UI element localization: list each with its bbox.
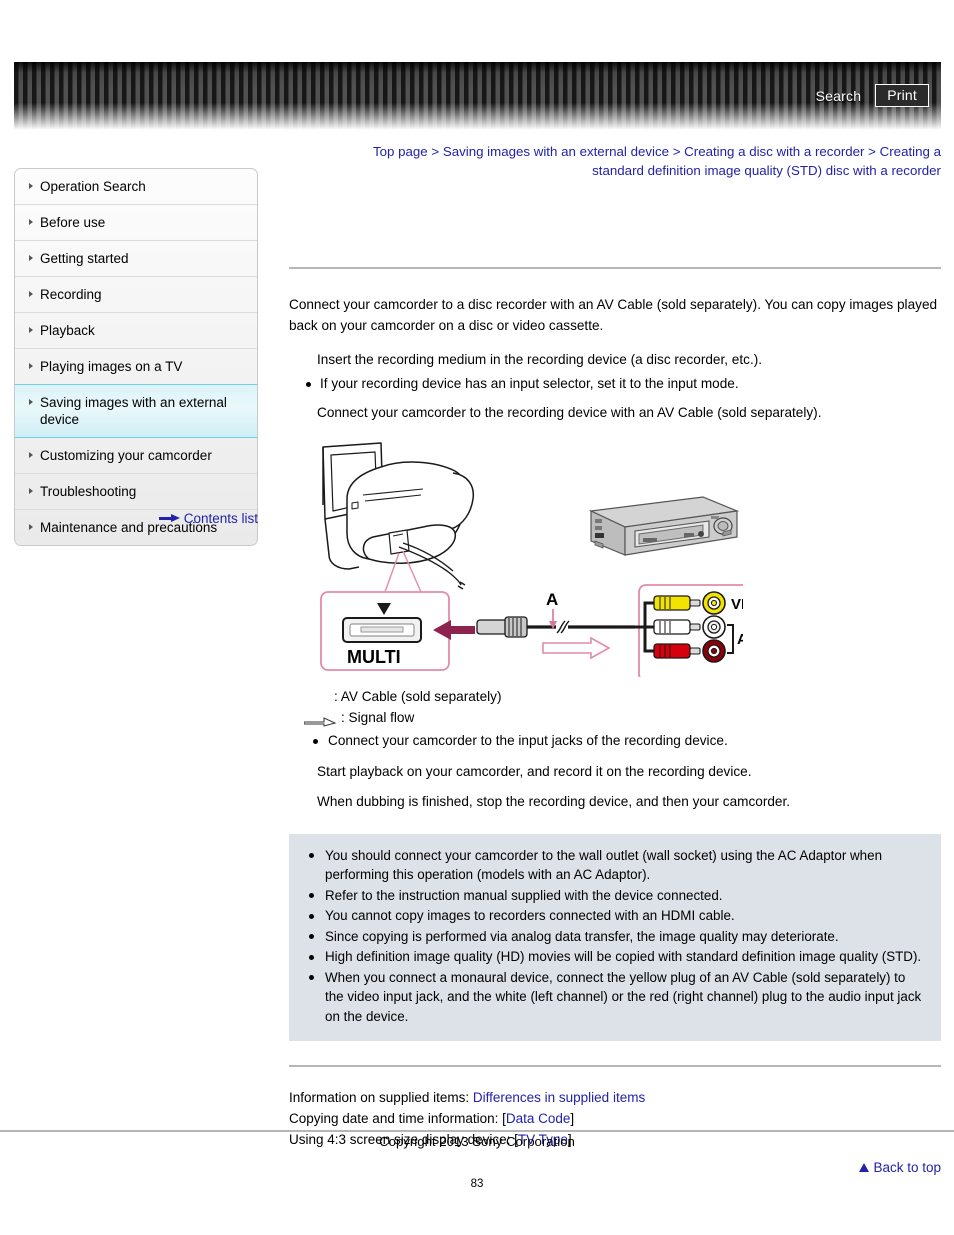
diagram-legend: : AV Cable (sold separately) : Signal fl… [303,686,941,752]
audio-jack-label: AUDIO [737,631,743,648]
connection-diagram-svg: MULTI A V A [320,441,786,682]
multi-connector-label: MULTI [347,647,401,667]
header-banner: Search Print [14,62,941,130]
sidebar-item-label: Recording [40,287,102,302]
back-to-top-row: Back to top [289,1160,941,1175]
sidebar-item-playing-images-on-a-tv[interactable]: Playing images on a TV [15,349,257,385]
step-1-notes: If your recording device has an input se… [303,374,941,394]
info-line-2-prefix: Copying date and time information: [ [289,1111,506,1127]
notes-list: You should connect your camcorder to the… [305,846,925,1027]
yellow-rca-plug [653,594,701,611]
sidebar-nav: Operation Search Before use Getting star… [14,168,258,546]
sidebar-item-label: Troubleshooting [40,484,137,499]
video-jack [702,590,726,615]
page-number: 83 [470,1178,484,1190]
sidebar-item-before-use[interactable]: Before use [15,205,257,241]
info-line-supplied-items: Information on supplied items: Differenc… [289,1087,941,1108]
step-1-note-item: If your recording device has an input se… [303,374,941,394]
note-item: When you connect a monaural device, conn… [305,968,925,1027]
triangle-up-icon [859,1162,870,1172]
step-1-text: Insert the recording medium in the recor… [317,351,763,367]
sidebar-item-troubleshooting[interactable]: Troubleshooting [15,474,257,510]
main-content: Connect your camcorder to a disc recorde… [289,190,941,1175]
note-item: High definition image quality (HD) movie… [305,947,925,967]
link-differences-in-supplied-items[interactable]: Differences in supplied items [473,1090,645,1105]
connection-diagram: MULTI A V A [303,437,941,682]
notes-box: You should connect your camcorder to the… [289,833,941,1042]
step-3-text: Start playback on your camcorder, and re… [317,763,752,779]
note-item: You cannot copy images to recorders conn… [305,906,925,926]
info-line-data-code: Copying date and time information: [Data… [289,1108,941,1129]
contents-list-link[interactable]: Contents list [184,511,258,526]
sidebar-item-label: Saving images with an external device [40,395,227,427]
sidebar-item-label: Customizing your camcorder [40,448,212,463]
sidebar-item-label: Operation Search [40,179,146,194]
content-divider-top [289,267,941,269]
legend-cable-line: : AV Cable (sold separately) [304,686,941,707]
caret-right-icon [29,291,33,297]
step-2-text: Connect your camcorder to the recording … [317,404,822,420]
sidebar-item-getting-started[interactable]: Getting started [15,241,257,277]
sidebar-item-recording[interactable]: Recording [15,277,257,313]
info-line-2-suffix: ] [570,1111,575,1127]
note-item: Refer to the instruction manual supplied… [305,886,925,906]
breadcrumb-line-1[interactable]: Top page > Saving images with an externa… [373,144,941,159]
sidebar-item-saving-images-with-an-external-device[interactable]: Saving images with an external device [15,384,257,438]
contents-list-row: Contents list [14,511,258,526]
legend-cable-text: : AV Cable (sold separately) [334,688,502,704]
caret-right-icon [29,488,33,494]
caret-right-icon [29,399,33,405]
red-rca-plug [653,642,701,659]
sidebar-item-label: Playback [40,323,95,338]
legend-flow-text: : Signal flow [341,709,415,725]
content-divider-bottom [289,1065,941,1068]
disc-recorder-illustration [588,495,740,556]
sidebar-item-customizing-your-camcorder[interactable]: Customizing your camcorder [15,438,257,474]
sidebar-item-label: Playing images on a TV [40,359,183,374]
caret-right-icon [29,327,33,333]
cable-label-a: A [546,590,558,609]
caret-right-icon [29,363,33,369]
video-jack-label: VIDEO [731,596,743,613]
copyright-text: Copyright 2013 Sony Corporation [379,1134,575,1149]
info-line-1-prefix: Information on supplied items: [289,1090,473,1106]
signal-flow-icon [303,712,337,727]
caret-right-icon [29,219,33,225]
link-data-code[interactable]: Data Code [506,1111,571,1126]
legend-flow-line: : Signal flow [303,707,941,728]
footer-divider [0,1130,954,1132]
audio-left-jack [702,614,726,639]
caret-right-icon [29,183,33,189]
note-item: You should connect your camcorder to the… [305,846,925,885]
sidebar-item-label: Getting started [40,251,129,266]
caret-right-icon [29,255,33,261]
print-button[interactable]: Print [875,84,929,107]
legend-note: Connect your camcorder to the input jack… [304,730,941,752]
audio-right-jack [702,638,726,663]
sidebar-item-operation-search[interactable]: Operation Search [15,169,257,205]
search-link[interactable]: Search [816,88,862,104]
caret-right-icon [29,452,33,458]
sidebar-item-playback[interactable]: Playback [15,313,257,349]
sidebar-item-label: Before use [40,215,106,230]
breadcrumb-line-2[interactable]: standard definition image quality (STD) … [592,163,941,178]
note-item: Since copying is performed via analog da… [305,927,925,947]
intro-paragraph: Connect your camcorder to a disc recorde… [289,297,938,333]
breadcrumb: Top page > Saving images with an externa… [289,142,941,180]
back-to-top-link[interactable]: Back to top [873,1160,941,1175]
header-stripe-pattern [14,62,941,130]
step-4-text: When dubbing is finished, stop the recor… [317,793,791,809]
arrow-right-icon [158,514,180,523]
header-controls: Search Print [816,84,929,107]
white-rca-plug [653,618,701,635]
